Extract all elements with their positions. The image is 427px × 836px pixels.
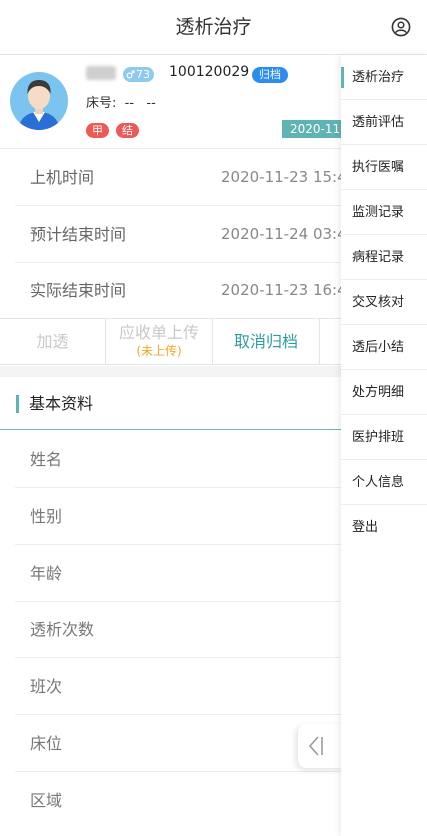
page-title: 透析治疗 xyxy=(175,16,252,38)
expected-end-time-label: 预计结束时间 xyxy=(30,225,127,244)
field-label-shift: 班次 xyxy=(30,677,63,696)
field-name: 姓名 xyxy=(0,431,341,488)
actual-end-time-label: 实际结束时间 xyxy=(30,281,127,300)
bed-number: 床号: -- -- xyxy=(86,96,156,111)
upload-status: (未上传) xyxy=(136,344,182,358)
menu-item-execute-orders[interactable]: 执行医嘱 xyxy=(341,145,427,190)
actual-end-time-row: 实际结束时间 2020-11-23 16:45 xyxy=(0,262,341,319)
field-dialysis-count: 透析次数 xyxy=(0,601,341,658)
side-menu: 透析治疗 透前评估 执行医嘱 监测记录 病程记录 交叉核对 透后小结 处方明细 … xyxy=(341,55,427,836)
patient-age: 73 xyxy=(136,68,150,81)
patient-name-blurred xyxy=(86,66,116,80)
field-shift: 班次 xyxy=(0,658,341,715)
archive-badge: 归档 xyxy=(252,67,288,83)
field-label-gender: 性别 xyxy=(30,507,63,526)
field-label-area: 区域 xyxy=(30,791,63,810)
start-time-row: 上机时间 2020-11-23 15:45 xyxy=(0,149,341,206)
add-dialysis-button[interactable]: 加透 xyxy=(0,319,106,364)
menu-item-personal-info[interactable]: 个人信息 xyxy=(341,460,427,505)
menu-item-logout[interactable]: 登出 xyxy=(341,505,427,550)
field-label-name: 姓名 xyxy=(30,450,63,469)
collapse-menu-button[interactable] xyxy=(298,724,343,768)
basic-info-title: 基本资料 xyxy=(29,394,94,413)
field-gender: 性别 xyxy=(0,488,341,545)
collapse-left-icon xyxy=(308,736,323,756)
section-accent-bar xyxy=(16,395,19,413)
field-age: 年龄 xyxy=(0,545,341,602)
patient-card: 73 100120029 归档 床号: -- -- 甲 结 2020-11-23 xyxy=(0,55,341,149)
cancel-archive-button[interactable]: 取消归档 xyxy=(213,319,320,364)
basic-info-header: 基本资料 xyxy=(0,378,341,430)
upload-bill-label: 应收单上传 xyxy=(118,323,199,342)
tag-jia: 甲 xyxy=(86,123,109,138)
menu-item-post-summary[interactable]: 透后小结 xyxy=(341,325,427,370)
menu-item-prescription-details[interactable]: 处方明细 xyxy=(341,370,427,415)
avatar xyxy=(10,72,68,130)
gender-icon xyxy=(126,70,135,79)
date-badge: 2020-11-23 xyxy=(282,120,341,138)
start-time-value: 2020-11-23 15:45 xyxy=(221,168,341,186)
field-label-age: 年龄 xyxy=(30,564,63,583)
upload-bill-button[interactable]: 应收单上传 (未上传) xyxy=(106,319,213,364)
menu-item-progress-notes[interactable]: 病程记录 xyxy=(341,235,427,280)
menu-item-monitoring-records[interactable]: 监测记录 xyxy=(341,190,427,235)
field-label-dialysis-count: 透析次数 xyxy=(30,620,95,639)
patient-id: 100120029 xyxy=(169,64,250,80)
expected-end-time-row: 预计结束时间 2020-11-24 03:45 xyxy=(0,206,341,263)
field-area: 区域 xyxy=(0,772,341,829)
action-bar: 加透 应收单上传 (未上传) 取消归档 xyxy=(0,318,341,365)
section-gap xyxy=(0,366,341,377)
menu-item-staff-schedule[interactable]: 医护排班 xyxy=(341,415,427,460)
menu-item-cross-check[interactable]: 交叉核对 xyxy=(341,280,427,325)
field-bed: 床位 xyxy=(0,715,341,772)
age-badge: 73 xyxy=(123,67,154,82)
menu-item-dialysis-treatment[interactable]: 透析治疗 xyxy=(341,55,427,100)
tag-jie: 结 xyxy=(116,123,139,138)
field-label-bed: 床位 xyxy=(30,734,63,753)
user-circle-icon[interactable] xyxy=(391,17,411,37)
menu-item-pre-assessment[interactable]: 透前评估 xyxy=(341,100,427,145)
app-header: 透析治疗 xyxy=(0,0,427,55)
expected-end-time-value: 2020-11-24 03:45 xyxy=(221,225,341,243)
start-time-label: 上机时间 xyxy=(30,168,95,187)
actual-end-time-value: 2020-11-23 16:45 xyxy=(221,281,341,299)
